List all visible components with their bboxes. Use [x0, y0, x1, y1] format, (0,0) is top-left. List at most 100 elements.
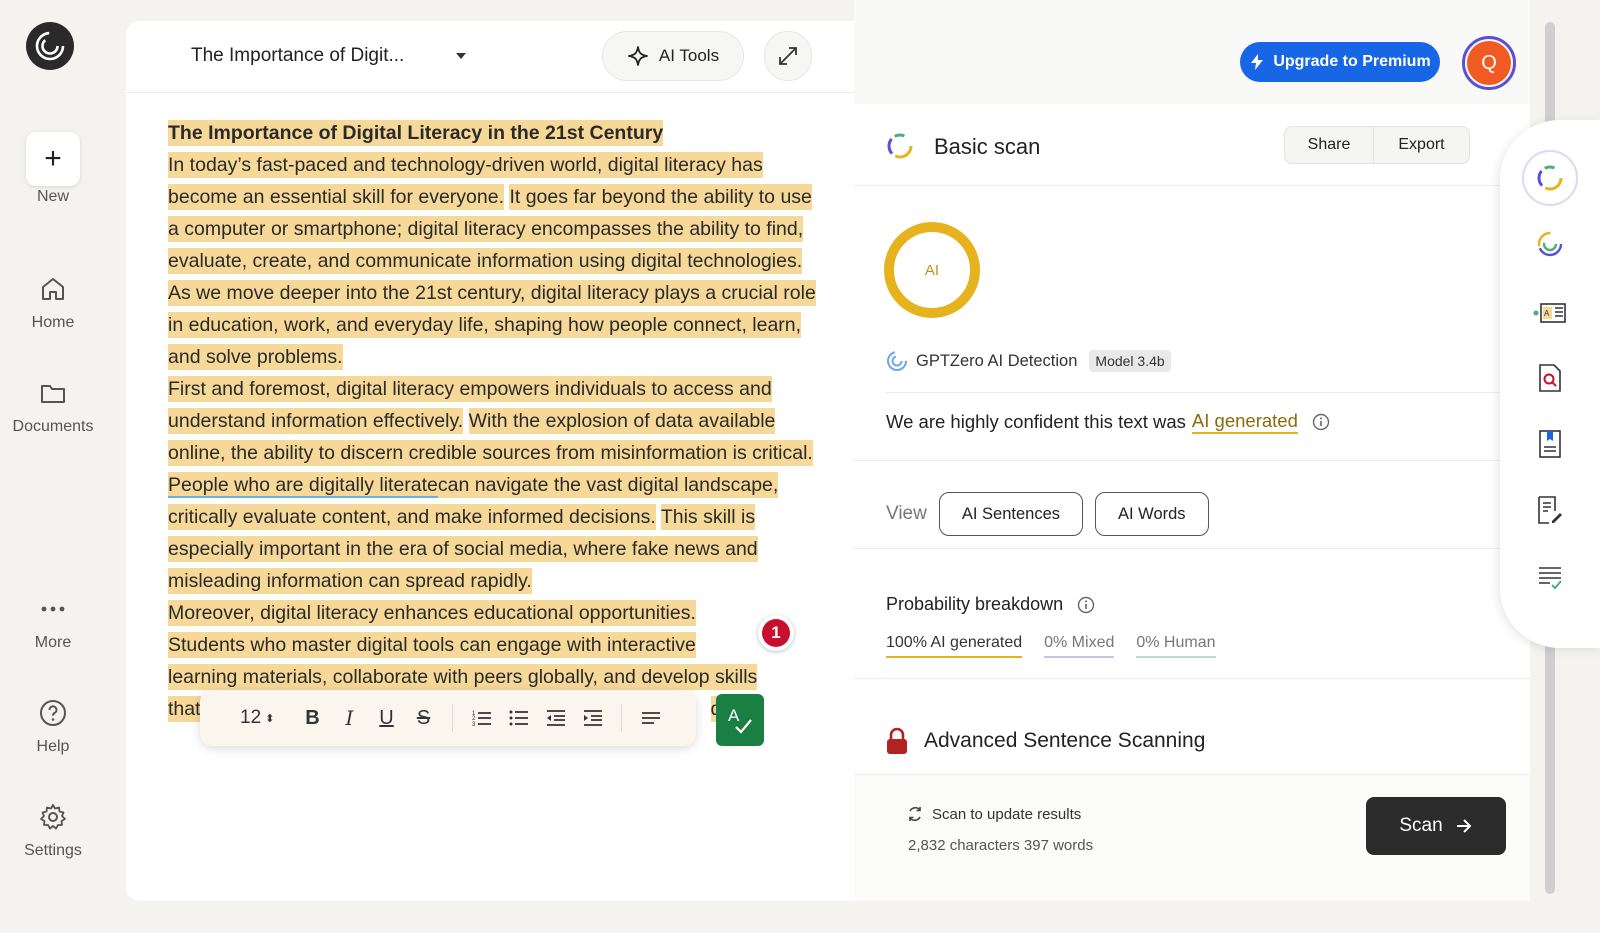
nav-item-help[interactable]: Help — [0, 698, 106, 756]
title-line: The Importance of Digital Literacy in th… — [168, 120, 664, 146]
underline-icon[interactable]: U — [368, 700, 405, 736]
italic-icon[interactable]: I — [331, 700, 368, 736]
svg-text:3: 3 — [472, 722, 476, 727]
advanced-title: Advanced Sentence Scanning — [924, 729, 1206, 752]
model-tag: Model 3.4b — [1089, 350, 1171, 372]
scan-panel: Upgrade to Premium Q Basic scan Share Ex… — [854, 0, 1530, 901]
sentence[interactable]: learning materials, collaborate with pee… — [168, 664, 758, 690]
new-label: New — [36, 188, 69, 205]
nav-label-home: Home — [31, 314, 75, 331]
nav-item-home[interactable]: Home — [0, 274, 106, 332]
home-icon — [42, 278, 64, 300]
update-note-text: Scan to update results — [932, 805, 1082, 823]
spellcheck-icon: A — [728, 706, 752, 734]
numbered-list-icon[interactable]: 123 — [463, 700, 500, 736]
expand-icon — [779, 47, 797, 65]
divider — [854, 460, 1530, 461]
ai-tools-button[interactable]: AI Tools — [602, 31, 744, 81]
divider — [854, 678, 1530, 679]
document-heading: The Importance of Digital Literacy in th… — [168, 117, 818, 149]
ai-score-ring: AI — [884, 222, 980, 318]
gear-icon — [40, 804, 66, 830]
font-size-select[interactable]: 12 ⬍ — [240, 707, 294, 729]
paragraph-2: First and foremost, digital literacy emp… — [168, 373, 818, 597]
lock-icon — [887, 727, 907, 754]
document-editor: The Importance of Digit... AI Tools The … — [126, 21, 854, 901]
sparkle-icon — [628, 46, 648, 66]
nav-label-settings: Settings — [24, 842, 82, 859]
suggestion-underline[interactable]: People who are digitally literate — [168, 474, 438, 498]
font-size-value: 12 — [240, 707, 262, 728]
document-body[interactable]: The Importance of Digital Literacy in th… — [168, 117, 818, 725]
rail-plagiarism-icon[interactable] — [1522, 350, 1578, 406]
confidence-statement: We are highly confident this text was AI… — [886, 410, 1330, 434]
view-ai-words-button[interactable]: AI Words — [1095, 492, 1209, 536]
align-icon[interactable] — [632, 700, 669, 736]
bold-icon[interactable]: B — [294, 700, 331, 736]
help-icon — [40, 700, 66, 726]
refresh-icon — [909, 806, 921, 822]
arrow-right-icon — [1456, 819, 1472, 833]
nav-label-documents: Documents — [12, 418, 94, 435]
scan-button[interactable]: Scan — [1366, 797, 1506, 855]
avatar-initial: Q — [1467, 41, 1511, 85]
nav-item-settings[interactable]: Settings — [0, 802, 106, 860]
sentence[interactable]: that — [168, 696, 201, 722]
sentence[interactable]: Moreover, digital literacy enhances educ… — [168, 600, 696, 626]
ai-tools-label: AI Tools — [658, 46, 720, 65]
nav-label-help: Help — [36, 738, 70, 755]
upgrade-premium-button[interactable]: Upgrade to Premium — [1240, 42, 1440, 82]
detector-name: GPTZero AI Detection — [916, 351, 1078, 370]
prob-mixed: 0% Mixed — [1044, 634, 1115, 658]
nav-item-documents[interactable]: Documents — [0, 378, 106, 436]
share-button[interactable]: Share — [1284, 126, 1374, 164]
formatting-toolbar: 12 ⬍ B I U S 123 — [200, 690, 696, 746]
divider — [854, 548, 1530, 549]
left-nav: + New Home Documents More Help Settings — [0, 0, 106, 933]
advanced-sentence-scanning[interactable]: Advanced Sentence Scanning — [884, 726, 1205, 756]
grammar-check-button[interactable]: A — [716, 694, 764, 746]
indent-icon[interactable] — [574, 700, 611, 736]
prob-ai: 100% AI generated — [886, 634, 1023, 658]
expand-button[interactable] — [764, 31, 812, 81]
rail-ai-vs-human-icon[interactable]: A — [1522, 284, 1578, 340]
document-title[interactable]: The Importance of Digit... — [191, 45, 404, 67]
export-button[interactable]: Export — [1374, 126, 1470, 164]
scan-status-icon — [887, 133, 913, 159]
gptzero-logo-icon[interactable] — [26, 22, 74, 70]
bullet-list-icon[interactable] — [500, 700, 537, 736]
detector-row: GPTZero AI Detection Model 3.4b — [886, 350, 1171, 372]
new-document-button[interactable]: + — [26, 132, 80, 186]
info-icon[interactable] — [1077, 596, 1095, 614]
rail-writing-feedback-icon[interactable] — [1522, 482, 1578, 538]
folder-icon — [41, 385, 65, 403]
panel-topbar: Upgrade to Premium Q — [854, 0, 1530, 104]
scan-header: Basic scan Share Export — [854, 104, 1530, 186]
info-icon[interactable] — [1312, 413, 1330, 431]
prob-human: 0% Human — [1136, 634, 1216, 658]
avatar[interactable]: Q — [1462, 36, 1516, 90]
probability-breakdown-title: Probability breakdown — [886, 594, 1095, 615]
nav-item-more[interactable]: More — [0, 594, 106, 652]
updown-icon: ⬍ — [265, 712, 275, 725]
editor-header: The Importance of Digit... AI Tools — [126, 21, 854, 93]
rail-checklist-icon[interactable] — [1522, 550, 1578, 606]
badge-count: 1 — [762, 619, 790, 647]
confidence-result: AI generated — [1191, 410, 1298, 434]
sentence[interactable]: Students who master digital tools can en… — [168, 632, 696, 658]
view-label: View — [886, 503, 927, 524]
more-icon — [41, 606, 65, 612]
outdent-icon[interactable] — [537, 700, 574, 736]
strikethrough-icon[interactable]: S — [405, 700, 442, 736]
view-ai-sentences-button[interactable]: AI Sentences — [938, 492, 1083, 536]
rail-sources-icon[interactable] — [1522, 416, 1578, 472]
suggestion-count-badge[interactable]: 1 — [758, 615, 794, 651]
view-toggle: View AI Sentences AI Words — [886, 492, 1209, 536]
rail-ai-scan-icon[interactable] — [1522, 150, 1578, 206]
divider — [886, 392, 1500, 393]
chevron-down-icon[interactable] — [456, 53, 466, 59]
toolbar-divider — [452, 704, 453, 732]
sentence[interactable]: As we move deeper into the 21st century,… — [168, 280, 816, 370]
rail-advanced-scan-icon[interactable] — [1522, 216, 1578, 272]
svg-text:A: A — [1544, 309, 1550, 318]
